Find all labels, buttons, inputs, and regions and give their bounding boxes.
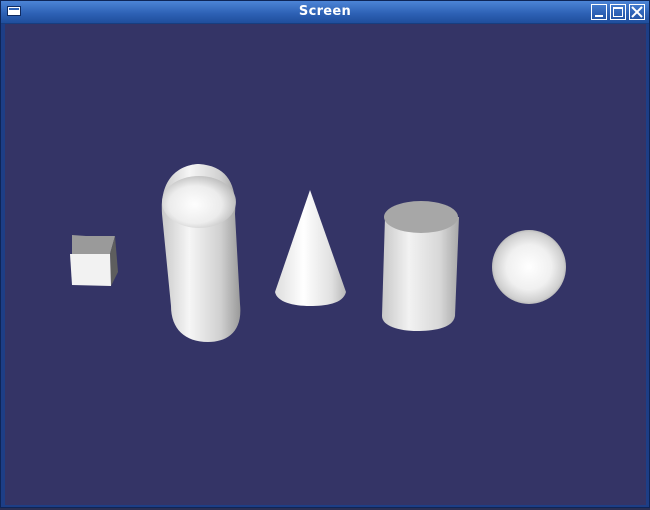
scene-canvas: [70, 164, 566, 342]
maximize-button[interactable]: [610, 4, 626, 20]
cone-shape: [275, 190, 346, 306]
close-icon: [631, 6, 643, 18]
maximize-icon: [613, 7, 623, 17]
title-bar[interactable]: Screen: [1, 1, 649, 24]
close-button[interactable]: [629, 4, 645, 20]
cube-shape: [70, 235, 118, 286]
render-viewport[interactable]: [5, 24, 646, 505]
capsule-shape: [161, 164, 241, 342]
window-title: Screen: [298, 4, 352, 19]
minimize-icon: [595, 15, 603, 17]
minimize-button[interactable]: [591, 4, 607, 20]
sphere-shape: [492, 230, 566, 304]
app-window: Screen: [0, 0, 650, 508]
cylinder-shape: [382, 201, 459, 331]
